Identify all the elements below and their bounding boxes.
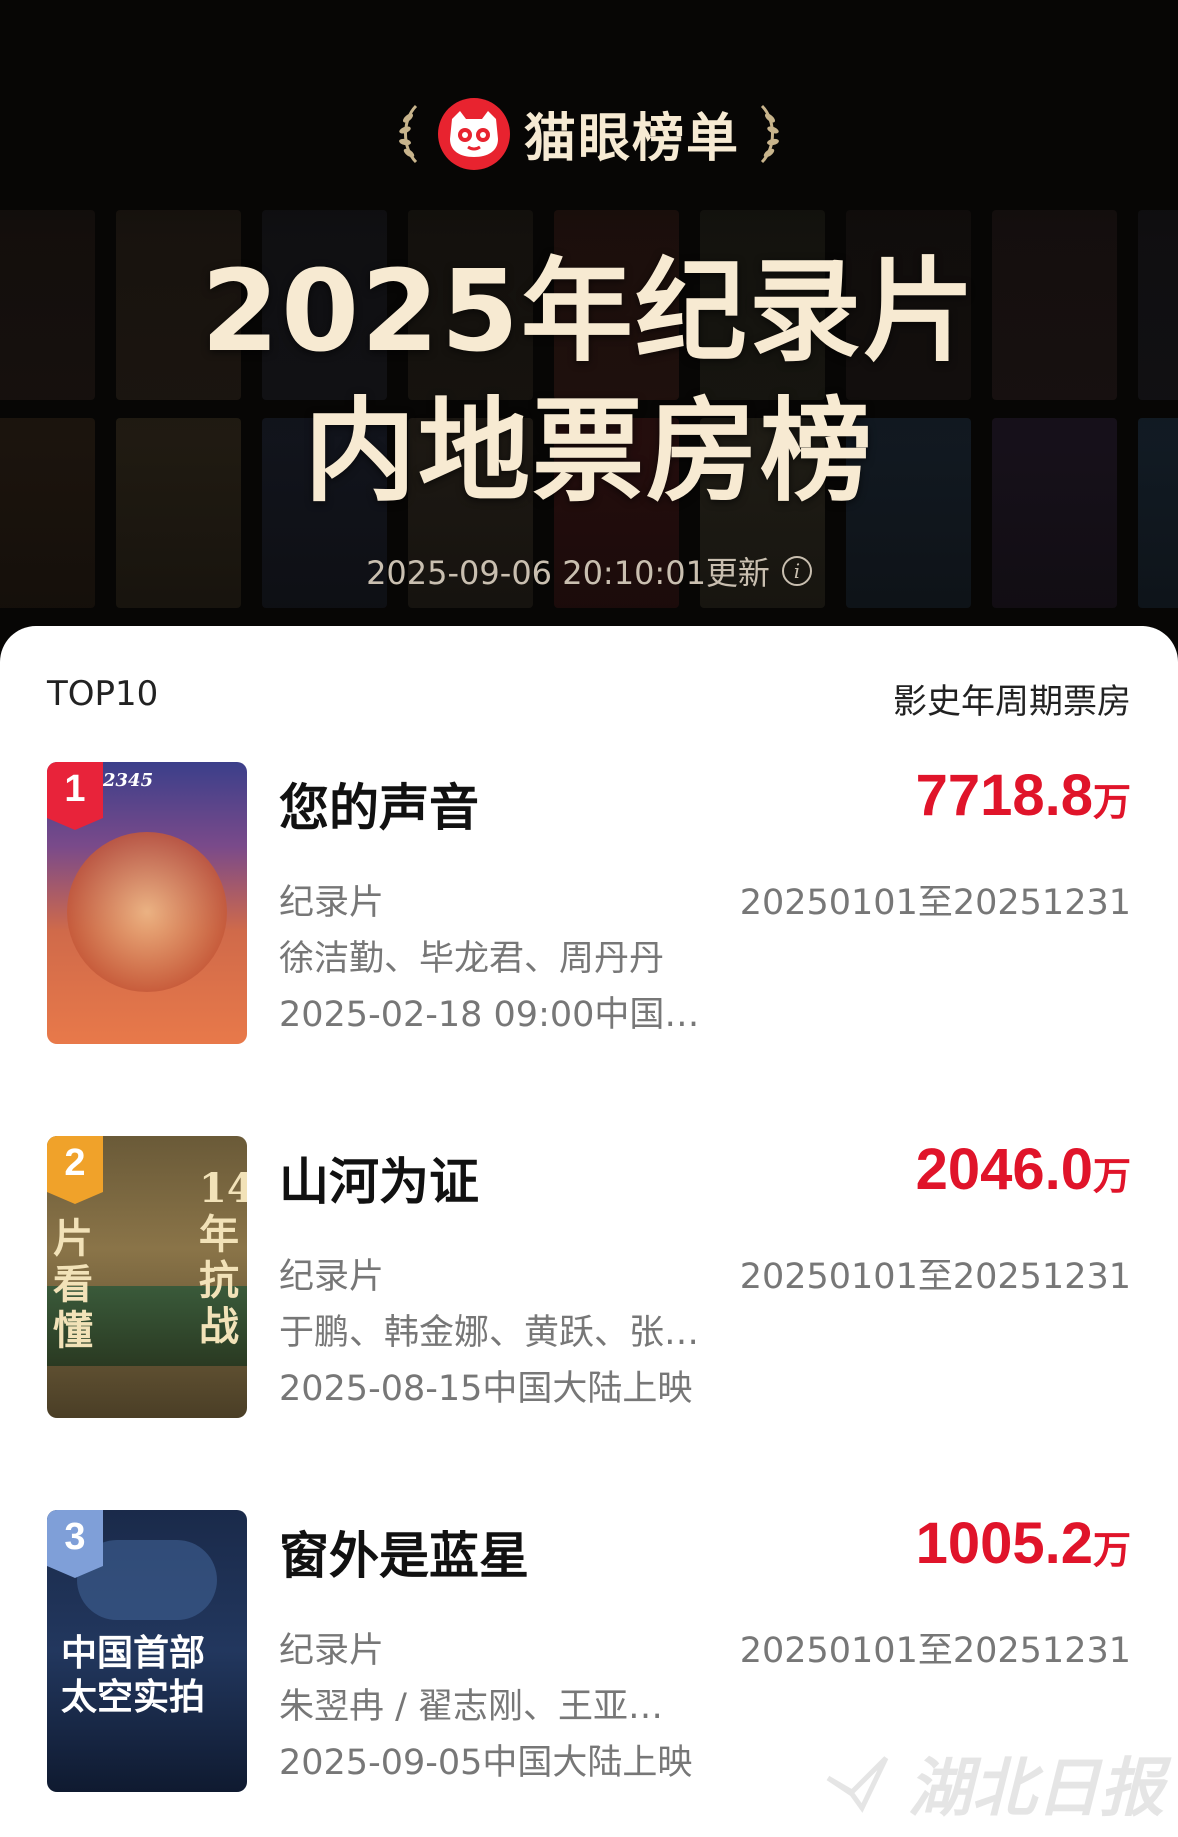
box-office-number: 7718.8 [915,763,1093,828]
update-time: 2025-09-06 20:10:01更新 [366,554,770,592]
movie-genre: 纪录片 [279,1631,385,1671]
laurel-right-icon [760,104,779,163]
movie-cast: 于鹏、韩金娜、黄跃、张… [279,1313,700,1353]
box-office-period: 20250101至20251231 [739,1257,1131,1297]
box-office-value: 1005.2万 [916,1510,1131,1577]
movie-cast: 徐洁勤、毕龙君、周丹丹 [279,939,665,979]
list-header: TOP10 影史年周期票房 [47,674,1131,723]
movie-poster[interactable]: 片看懂 14年抗战 2 [47,1136,247,1418]
poster-caption: 中国首部 [61,1633,206,1674]
update-time-row: 2025-09-06 20:10:01更新 i [0,548,1178,594]
ranking-row[interactable]: 片看懂 14年抗战 2 山河为证 纪录片 于鹏、韩金娜、黄跃、张… 2025-0… [47,1136,1131,1418]
rank-number: 3 [64,1516,86,1558]
box-office-period: 20250101至20251231 [739,883,1131,923]
poster-caption: 片看懂 [53,1215,93,1354]
watermark-text: 湖北日报 [908,1751,1164,1826]
box-office-value: 7718.8万 [916,762,1131,829]
page-title-line-1: 2025年纪录片 [201,247,977,377]
movie-release: 2025-09-05中国大陆上映 [279,1743,693,1783]
box-office-number: 2046.0 [915,1137,1093,1202]
movie-release: 2025-08-15中国大陆上映 [279,1369,693,1409]
movie-poster[interactable]: 2345 1 [47,762,247,1044]
laurel-left-icon [399,104,418,163]
movie-release: 2025-02-18 09:00中国… [279,995,700,1035]
movie-cast: 朱翌冉 / 翟志刚、王亚… [279,1687,664,1727]
watermark-bird-icon [826,1756,889,1813]
box-office-column-label: 影史年周期票房 [893,682,1131,722]
rank-number: 2 [64,1142,86,1184]
box-office-unit: 万 [1092,780,1131,824]
info-icon[interactable]: i [781,556,812,586]
box-office-period: 20250101至20251231 [739,1631,1131,1671]
ranking-card: TOP10 影史年周期票房 2345 1 您的声音 纪录片 徐洁勤、毕龙君、周丹… [0,626,1178,1837]
poster-caption: 2345 [103,770,154,791]
movie-genre: 纪录片 [279,883,385,923]
movie-genre: 纪录片 [279,1257,385,1297]
ranking-row[interactable]: 2345 1 您的声音 纪录片 徐洁勤、毕龙君、周丹丹 2025-02-18 0… [47,762,1131,1044]
brand-name: 猫眼榜单 [523,109,740,169]
movie-title[interactable]: 山河为证 [279,1142,479,1214]
box-office-value: 2046.0万 [916,1136,1131,1203]
movie-title[interactable]: 窗外是蓝星 [279,1516,529,1588]
page-title-line-2: 内地票房榜 [304,387,874,517]
poster-caption: 太空实拍 [61,1677,206,1718]
poster-caption: 14年抗战 [199,1165,247,1350]
watermark: 湖北日报 [822,1737,1164,1829]
movie-title[interactable]: 您的声音 [279,768,479,840]
header-banner: 猫眼榜单 2025年纪录片 内地票房榜 2025-09-06 20:10:01更… [0,0,1178,680]
rank-number: 1 [64,768,86,810]
box-office-unit: 万 [1092,1154,1131,1198]
poster-art [67,832,227,992]
movie-poster[interactable]: 中国首部 太空实拍 3 [47,1510,247,1792]
box-office-number: 1005.2 [915,1511,1093,1576]
maoyan-cat-logo-icon [437,97,510,170]
box-office-unit: 万 [1092,1528,1131,1572]
brand-row: 猫眼榜单 [0,96,1178,171]
top10-label: TOP10 [47,674,159,714]
